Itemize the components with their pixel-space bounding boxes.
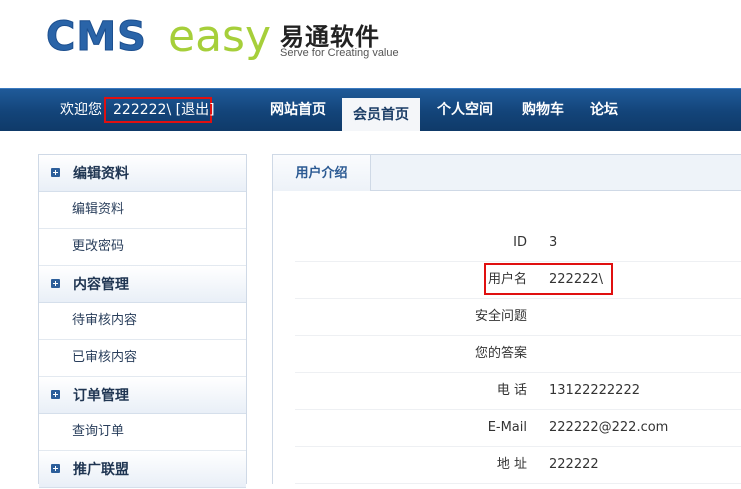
logout-link[interactable]: [退出] <box>176 102 215 118</box>
username-highlight-box <box>484 263 613 295</box>
logo-tagline: Serve for Creating value <box>280 47 399 59</box>
info-value: 222222@222.com <box>549 420 669 435</box>
site-header: CMS easy 易通软件 Serve for Creating value <box>0 0 741 88</box>
sidebar-group-title: 推广联盟 <box>73 462 129 478</box>
info-row-email: E-Mail 222222@222.com <box>295 410 741 447</box>
nav-forum[interactable]: 论坛 <box>584 89 624 131</box>
info-label: 电 话 <box>496 383 527 398</box>
info-label: 地 址 <box>496 457 527 472</box>
expand-plus-icon[interactable] <box>51 279 60 288</box>
logo-easy-text: easy <box>168 11 271 62</box>
user-info-box: 222222\ [退出] <box>104 97 215 123</box>
info-row-answer: 您的答案 <box>295 336 741 373</box>
info-label: E-Mail <box>487 420 527 435</box>
tab-user-intro[interactable]: 用户介绍 <box>273 155 371 191</box>
tab-bar: 用户介绍 <box>273 155 741 191</box>
info-label: 您的答案 <box>474 346 527 361</box>
info-row-phone: 电 话 13122222222 <box>295 373 741 410</box>
sidebar-group-affiliate[interactable]: 推广联盟 <box>39 451 246 488</box>
sidebar-group-title: 编辑资料 <box>73 166 129 182</box>
sidebar-group-edit-profile[interactable]: 编辑资料 <box>39 155 246 192</box>
expand-plus-icon[interactable] <box>51 168 60 177</box>
info-row-id: ID 3 <box>295 225 741 262</box>
sidebar-item-pending-content[interactable]: 待审核内容 <box>39 303 246 340</box>
expand-plus-icon[interactable] <box>51 464 60 473</box>
sidebar-item-approved-content[interactable]: 已审核内容 <box>39 340 246 377</box>
sidebar-group-title: 订单管理 <box>73 388 129 404</box>
sidebar-item-change-password[interactable]: 更改密码 <box>39 229 246 266</box>
info-label: ID <box>513 235 527 250</box>
nav-cart[interactable]: 购物车 <box>512 89 574 131</box>
info-label: 安全问题 <box>474 309 527 324</box>
info-value: 222222 <box>549 457 599 472</box>
sidebar-group-orders[interactable]: 订单管理 <box>39 377 246 414</box>
info-row-security-question: 安全问题 <box>295 299 741 336</box>
nav-member-home[interactable]: 会员首页 <box>342 98 420 131</box>
sidebar-item-query-orders[interactable]: 查询订单 <box>39 414 246 451</box>
logo-cms-text: CMS <box>46 14 147 61</box>
info-value: 3 <box>549 235 558 250</box>
sidebar-item-edit-profile[interactable]: 编辑资料 <box>39 192 246 229</box>
username-link[interactable]: 222222\ <box>113 102 171 118</box>
sidebar-group-title: 内容管理 <box>73 277 129 293</box>
info-row-address: 地 址 222222 <box>295 447 741 484</box>
member-sidebar: 编辑资料 编辑资料 更改密码 内容管理 待审核内容 已审核内容 订单管理 查询订… <box>38 154 247 488</box>
main-navbar: 欢迎您 222222\ [退出] 网站首页 会员首页 个人空间 购物车 论坛 <box>0 88 741 131</box>
sidebar-group-content[interactable]: 内容管理 <box>39 266 246 303</box>
info-value: 13122222222 <box>549 383 640 398</box>
expand-plus-icon[interactable] <box>51 390 60 399</box>
nav-home[interactable]: 网站首页 <box>258 89 338 131</box>
user-profile-panel: 用户介绍 ID 3 用户名 222222\ 安全问题 您的答案 电 话 1312… <box>272 154 741 484</box>
welcome-text: 欢迎您 <box>60 102 102 118</box>
nav-personal-space[interactable]: 个人空间 <box>428 89 502 131</box>
